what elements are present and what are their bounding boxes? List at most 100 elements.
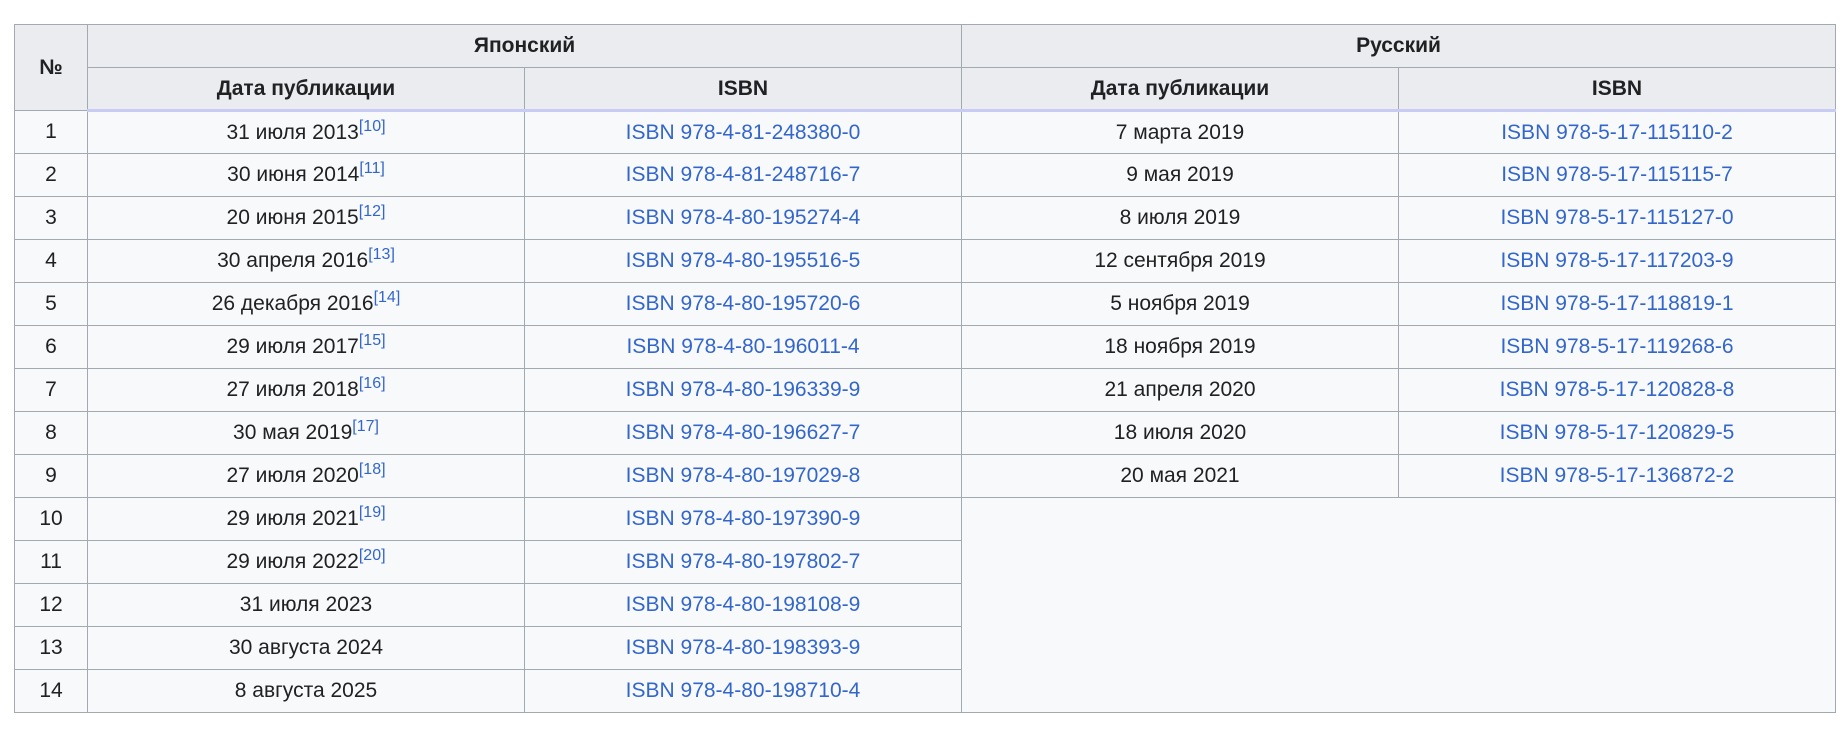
reference-superscript: [19] — [359, 504, 386, 521]
ru-isbn-cell: ISBN 978-5-17-120829-5 — [1398, 411, 1836, 455]
table-row: 8 30 мая 2019[17] ISBN 978-4-80-196627-7 18… — [14, 411, 1836, 455]
ru-publication-date: 20 мая 2021 — [961, 454, 1399, 498]
jp-isbn-cell: ISBN 978-4-80-196339-9 — [524, 368, 962, 412]
reference-link[interactable]: [14] — [374, 289, 401, 306]
ru-isbn-link[interactable]: ISBN 978-5-17-120828-8 — [1500, 378, 1735, 401]
jp-date-text: 27 июля 2020 — [226, 464, 359, 487]
jp-isbn-cell: ISBN 978-4-80-197390-9 — [524, 497, 962, 541]
jp-date-text: 29 июля 2022 — [226, 550, 359, 573]
reference-link[interactable]: [18] — [359, 461, 386, 478]
reference-link[interactable]: [11] — [359, 160, 385, 177]
jp-publication-date: 30 апреля 2016[13] — [87, 239, 525, 283]
row-number: 4 — [14, 239, 88, 283]
reference-link[interactable]: [15] — [359, 332, 386, 349]
ru-isbn-link[interactable]: ISBN 978-5-17-117203-9 — [1500, 249, 1733, 272]
reference-link[interactable]: [10] — [359, 118, 386, 135]
jp-isbn-link[interactable]: ISBN 978-4-81-248380-0 — [626, 121, 861, 144]
jp-isbn-link[interactable]: ISBN 978-4-80-195274-4 — [626, 206, 861, 229]
ru-isbn-cell: ISBN 978-5-17-115110-2 — [1398, 110, 1836, 154]
jp-publication-date: 30 августа 2024 — [87, 626, 525, 670]
jp-isbn-link[interactable]: ISBN 978-4-80-198393-9 — [626, 636, 861, 659]
jp-isbn-cell: ISBN 978-4-80-198108-9 — [524, 583, 962, 627]
row-number: 13 — [14, 626, 88, 670]
row-number: 6 — [14, 325, 88, 369]
jp-date-text: 30 июня 2014 — [227, 163, 360, 186]
reference-superscript: [18] — [359, 461, 386, 478]
jp-isbn-cell: ISBN 978-4-80-195516-5 — [524, 239, 962, 283]
row-number: 1 — [14, 110, 88, 154]
row-number: 2 — [14, 153, 88, 197]
jp-publication-date: 29 июля 2021[19] — [87, 497, 525, 541]
reference-link[interactable]: [19] — [359, 504, 386, 521]
reference-superscript: [11] — [359, 160, 385, 177]
jp-isbn-cell: ISBN 978-4-80-196627-7 — [524, 411, 962, 455]
jp-isbn-cell: ISBN 978-4-81-248716-7 — [524, 153, 962, 197]
jp-date-text: 29 июля 2017 — [226, 335, 359, 358]
jp-publication-date: 31 июля 2013[10] — [87, 110, 525, 154]
ru-isbn-link[interactable]: ISBN 978-5-17-115127-0 — [1500, 206, 1733, 229]
reference-superscript: [15] — [359, 332, 386, 349]
jp-isbn-link[interactable]: ISBN 978-4-80-197390-9 — [626, 507, 861, 530]
jp-isbn-cell: ISBN 978-4-80-195274-4 — [524, 196, 962, 240]
jp-isbn-link[interactable]: ISBN 978-4-80-196011-4 — [626, 335, 859, 358]
jp-publication-date: 30 июня 2014[11] — [87, 153, 525, 197]
jp-isbn-cell: ISBN 978-4-80-197802-7 — [524, 540, 962, 584]
jp-publication-date: 27 июля 2020[18] — [87, 454, 525, 498]
reference-link[interactable]: [12] — [359, 203, 386, 220]
ru-publication-date: 21 апреля 2020 — [961, 368, 1399, 412]
row-number: 14 — [14, 669, 88, 713]
ru-isbn-link[interactable]: ISBN 978-5-17-119268-6 — [1500, 335, 1733, 358]
jp-isbn-link[interactable]: ISBN 978-4-80-197029-8 — [626, 464, 861, 487]
reference-link[interactable]: [13] — [368, 246, 395, 263]
ru-isbn-cell: ISBN 978-5-17-136872-2 — [1398, 454, 1836, 498]
table-header: № Японский Русский Дата публикации ISBN … — [14, 24, 1836, 112]
ru-publication-date: 5 ноября 2019 — [961, 282, 1399, 326]
jp-isbn-link[interactable]: ISBN 978-4-80-198710-4 — [626, 679, 861, 702]
ru-publication-date: 12 сентября 2019 — [961, 239, 1399, 283]
ru-publication-date: 18 июля 2020 — [961, 411, 1399, 455]
jp-isbn-link[interactable]: ISBN 978-4-80-196627-7 — [626, 421, 861, 444]
jp-isbn-link[interactable]: ISBN 978-4-80-195720-6 — [626, 292, 861, 315]
ru-isbn-link[interactable]: ISBN 978-5-17-120829-5 — [1500, 421, 1735, 444]
reference-superscript: [16] — [359, 375, 386, 392]
reference-superscript: [20] — [359, 547, 386, 564]
reference-link[interactable]: [17] — [352, 418, 379, 435]
jp-isbn-link[interactable]: ISBN 978-4-80-195516-5 — [626, 249, 861, 272]
ru-publication-date: 18 ноября 2019 — [961, 325, 1399, 369]
column-header-ru-date: Дата публикации — [961, 67, 1399, 112]
reference-link[interactable]: [16] — [359, 375, 386, 392]
reference-link[interactable]: [20] — [359, 547, 386, 564]
column-header-jp-isbn: ISBN — [524, 67, 962, 112]
row-number: 3 — [14, 196, 88, 240]
table-row: 5 26 декабря 2016[14] ISBN 978-4-80-195720… — [14, 282, 1836, 326]
ru-isbn-link[interactable]: ISBN 978-5-17-115110-2 — [1501, 121, 1733, 144]
volumes-table: № Японский Русский Дата публикации ISBN … — [14, 24, 1836, 713]
jp-date-text: 29 июля 2021 — [226, 507, 359, 530]
jp-publication-date: 29 июля 2017[15] — [87, 325, 525, 369]
jp-publication-date: 8 августа 2025 — [87, 669, 525, 713]
column-header-number: № — [14, 24, 88, 111]
jp-isbn-cell: ISBN 978-4-81-248380-0 — [524, 110, 962, 154]
jp-date-text: 20 июня 2015 — [226, 206, 359, 229]
jp-isbn-link[interactable]: ISBN 978-4-81-248716-7 — [626, 163, 861, 186]
ru-isbn-link[interactable]: ISBN 978-5-17-136872-2 — [1500, 464, 1735, 487]
jp-date-text: 26 декабря 2016 — [211, 292, 374, 315]
jp-isbn-cell: ISBN 978-4-80-198710-4 — [524, 669, 962, 713]
jp-isbn-link[interactable]: ISBN 978-4-80-196339-9 — [626, 378, 861, 401]
jp-isbn-cell: ISBN 978-4-80-195720-6 — [524, 282, 962, 326]
column-header-ru-isbn: ISBN — [1398, 67, 1836, 112]
reference-superscript: [17] — [352, 418, 379, 435]
jp-isbn-link[interactable]: ISBN 978-4-80-198108-9 — [626, 593, 861, 616]
jp-publication-date: 30 мая 2019[17] — [87, 411, 525, 455]
jp-isbn-link[interactable]: ISBN 978-4-80-197802-7 — [626, 550, 861, 573]
volumes-table-wrapper: № Японский Русский Дата публикации ISBN … — [14, 24, 1836, 713]
ru-isbn-link[interactable]: ISBN 978-5-17-118819-1 — [1500, 292, 1733, 315]
row-number: 10 — [14, 497, 88, 541]
jp-date-text: 27 июля 2018 — [226, 378, 359, 401]
column-group-japanese: Японский — [87, 24, 962, 68]
ru-isbn-link[interactable]: ISBN 978-5-17-115115-7 — [1501, 163, 1733, 186]
column-header-jp-date: Дата публикации — [87, 67, 525, 112]
ru-isbn-cell: ISBN 978-5-17-119268-6 — [1398, 325, 1836, 369]
row-number: 11 — [14, 540, 88, 584]
row-number: 5 — [14, 282, 88, 326]
